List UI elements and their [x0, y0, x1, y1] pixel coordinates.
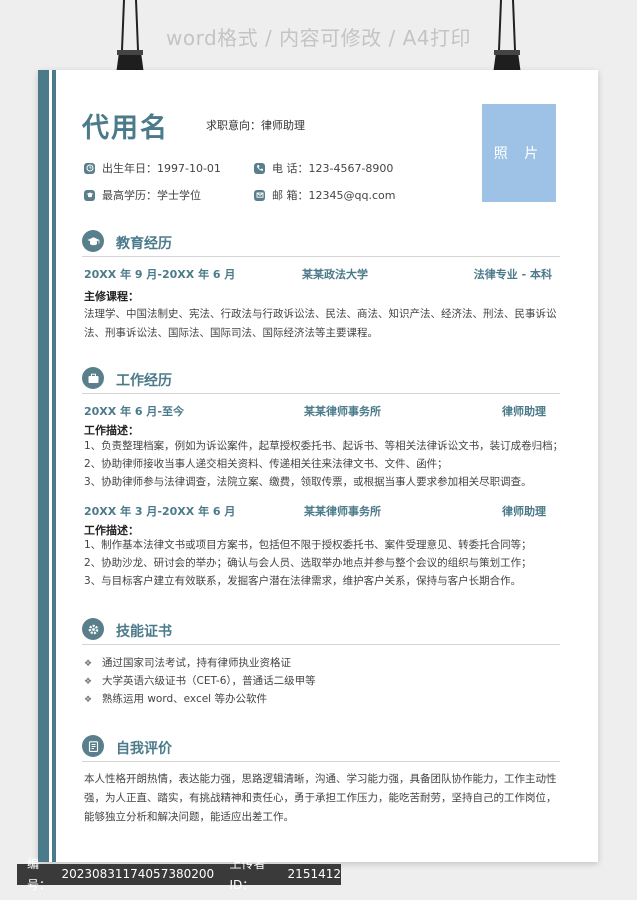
section-divider — [82, 761, 560, 762]
skills-list: ❖ 通过国家司法考试，持有律师执业资格证 ❖ 大学英语六级证书（CET-6），普通话… — [84, 654, 560, 708]
job-date: 20XX 年 3 月-20XX 年 6 月 — [84, 505, 236, 518]
id-card-icon — [82, 735, 104, 757]
section-divider — [82, 256, 560, 257]
footer-id-label: 编号： — [27, 856, 52, 892]
education-section-header: 教育经历 — [82, 230, 560, 257]
footer-uploader-label: 上传者ID： — [229, 856, 266, 892]
info-degree: 最高学历：学士学位 — [84, 187, 201, 203]
footer-id-value: 20230831174057380200 — [61, 867, 215, 881]
self-eval-title: 自我评价 — [116, 741, 172, 757]
education-major: 法律专业 - 本科 — [473, 268, 552, 281]
work-title: 工作经历 — [116, 373, 172, 389]
education-row: 20XX 年 9 月-20XX 年 6 月 某某政法大学 法律专业 - 本科 — [84, 266, 552, 281]
list-item: 3、与目标客户建立有效联系，发掘客户潜在法律需求，维护客户关系，保持与客户长期合… — [84, 575, 522, 587]
job-desc-list: 1、制作基本法律文书或项目方案书，包括但不限于授权委托书、案件受理意见、转委托合… — [84, 536, 560, 590]
diamond-bullet-icon: ❖ — [84, 677, 93, 687]
footer-id-bar: 编号： 20230831174057380200 上传者ID： 2151412 — [17, 857, 341, 892]
job-row: 20XX 年 3 月-20XX 年 6 月 某某律师事务所 律师助理 — [84, 503, 552, 518]
self-eval-text: 本人性格开朗热情，表达能力强，思路逻辑清晰，沟通、学习能力强，具备团队协作能力，… — [84, 773, 557, 823]
education-date: 20XX 年 9 月-20XX 年 6 月 — [84, 268, 236, 281]
skill-text: 通过国家司法考试，持有律师执业资格证 — [102, 657, 291, 669]
list-item: 3、协助律师参与法律调查，法院立案、缴费，领取传票，或根据当事人要求参加相关尽职… — [84, 476, 532, 488]
list-item: 2、协助律师接收当事人递交相关资料、传递相关往来法律文书、文件、函件； — [84, 458, 448, 470]
work-section-header: 工作经历 — [82, 367, 560, 394]
accent-bar — [38, 70, 49, 862]
resume-sheet: 代用名 求职意向：律师助理 照 片 出生年日：1997-10-01 电 话：12… — [38, 70, 598, 862]
job-desc-list: 1、负责整理档案，例如为诉讼案件，起草授权委托书、起诉书、等相关法律诉讼文书，装… — [84, 437, 564, 491]
accent-bar-thin — [52, 70, 56, 862]
education-title: 教育经历 — [116, 236, 172, 252]
job-position: 律师助理 — [502, 405, 546, 418]
self-eval-section-header: 自我评价 — [82, 735, 560, 762]
graduation-cap-icon — [82, 230, 104, 252]
calendar-icon — [84, 162, 95, 174]
job-date: 20XX 年 6 月-至今 — [84, 405, 184, 418]
banner-caption: word格式 / 内容可修改 / A4打印 — [166, 26, 471, 50]
footer-uploader-value: 2151412 — [287, 867, 341, 881]
list-item: ❖ 熟练运用 word、excel 等办公软件 — [84, 690, 560, 708]
info-email-text: 邮 箱：12345@qq.com — [272, 189, 396, 202]
diamond-bullet-icon: ❖ — [84, 659, 93, 669]
section-divider — [82, 644, 560, 645]
job-position: 律师助理 — [502, 505, 546, 518]
info-birth-text: 出生年日：1997-10-01 — [102, 162, 221, 175]
skill-text: 熟练运用 word、excel 等办公软件 — [102, 693, 267, 705]
info-birth: 出生年日：1997-10-01 — [84, 160, 221, 176]
job-company: 某某律师事务所 — [304, 505, 381, 518]
job-row: 20XX 年 6 月-至今 某某律师事务所 律师助理 — [84, 403, 552, 418]
info-email: 邮 箱：12345@qq.com — [254, 187, 395, 203]
list-item: ❖ 大学英语六级证书（CET-6），普通话二级甲等 — [84, 672, 560, 690]
job-company: 某某律师事务所 — [304, 405, 381, 418]
gear-icon — [82, 618, 104, 640]
list-item: ❖ 通过国家司法考试，持有律师执业资格证 — [84, 654, 560, 672]
education-school: 某某政法大学 — [302, 268, 368, 281]
job-intent: 求职意向：律师助理 — [206, 119, 305, 132]
courses-label: 主修课程： — [84, 290, 139, 303]
email-icon — [254, 189, 265, 201]
info-degree-text: 最高学历：学士学位 — [102, 189, 201, 202]
skills-section-header: 技能证书 — [82, 618, 560, 645]
diamond-bullet-icon: ❖ — [84, 695, 93, 705]
info-phone: 电 话：123-4567-8900 — [254, 160, 393, 176]
candidate-name: 代用名 — [82, 113, 169, 144]
info-phone-text: 电 话：123-4567-8900 — [272, 162, 394, 175]
graduation-cap-icon — [84, 189, 95, 201]
courses-text: 法理学、中国法制史、宪法、行政法与行政诉讼法、民法、商法、知识产法、经济法、刑法… — [84, 308, 557, 339]
section-divider — [82, 393, 560, 394]
list-item: 2、协助沙龙、研讨会的举办；确认与会人员、选取举办地点并参与整个会议的组织与策划… — [84, 557, 532, 569]
briefcase-icon — [82, 367, 104, 389]
phone-icon — [254, 162, 265, 174]
list-item: 1、制作基本法律文书或项目方案书，包括但不限于授权委托书、案件受理意见、转委托合… — [84, 539, 532, 551]
job-desc-label: 工作描述： — [84, 424, 139, 437]
photo-placeholder: 照 片 — [482, 104, 556, 202]
list-item: 1、负责整理档案，例如为诉讼案件，起草授权委托书、起诉书、等相关法律诉讼文书，装… — [84, 440, 564, 452]
skill-text: 大学英语六级证书（CET-6），普通话二级甲等 — [102, 675, 316, 687]
skills-title: 技能证书 — [116, 624, 172, 640]
